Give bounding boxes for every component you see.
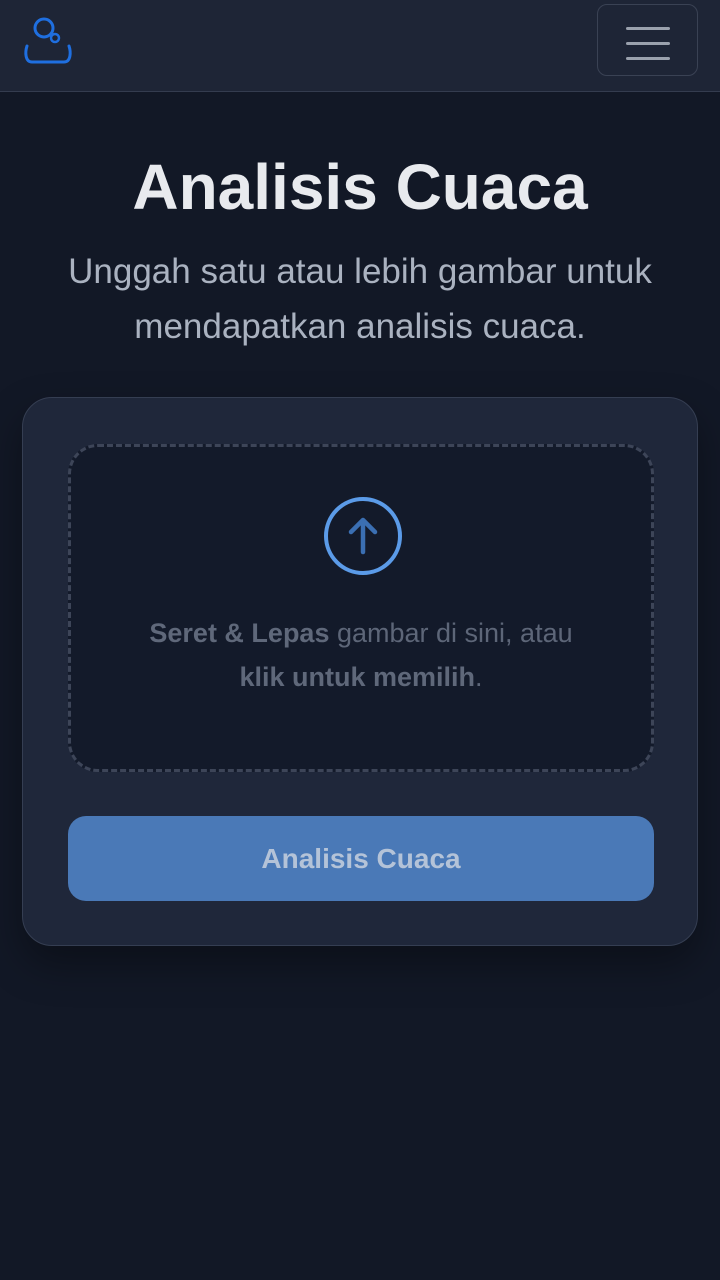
- top-navbar: [0, 0, 720, 92]
- menu-bar-icon: [626, 57, 670, 60]
- dropzone-period: .: [475, 662, 483, 692]
- analyze-weather-button[interactable]: Analisis Cuaca: [68, 816, 654, 901]
- dropzone-instructions: Seret & Lepas gambar di sini, atau klik …: [71, 611, 651, 699]
- upload-card: Seret & Lepas gambar di sini, atau klik …: [22, 397, 698, 946]
- logo-icon[interactable]: [22, 16, 74, 68]
- upload-arrow-icon: [324, 497, 402, 575]
- image-dropzone[interactable]: Seret & Lepas gambar di sini, atau klik …: [68, 444, 654, 772]
- menu-bar-icon: [626, 27, 670, 30]
- dropzone-text: gambar di sini, atau: [329, 618, 573, 648]
- page-title: Analisis Cuaca: [132, 151, 588, 223]
- click-to-select-label: klik untuk memilih: [239, 662, 476, 692]
- drag-drop-label: Seret & Lepas: [149, 618, 330, 648]
- hamburger-menu-button[interactable]: [597, 4, 698, 76]
- menu-bar-icon: [626, 42, 670, 45]
- page-subtitle: Unggah satu atau lebih gambar untuk mend…: [68, 252, 652, 346]
